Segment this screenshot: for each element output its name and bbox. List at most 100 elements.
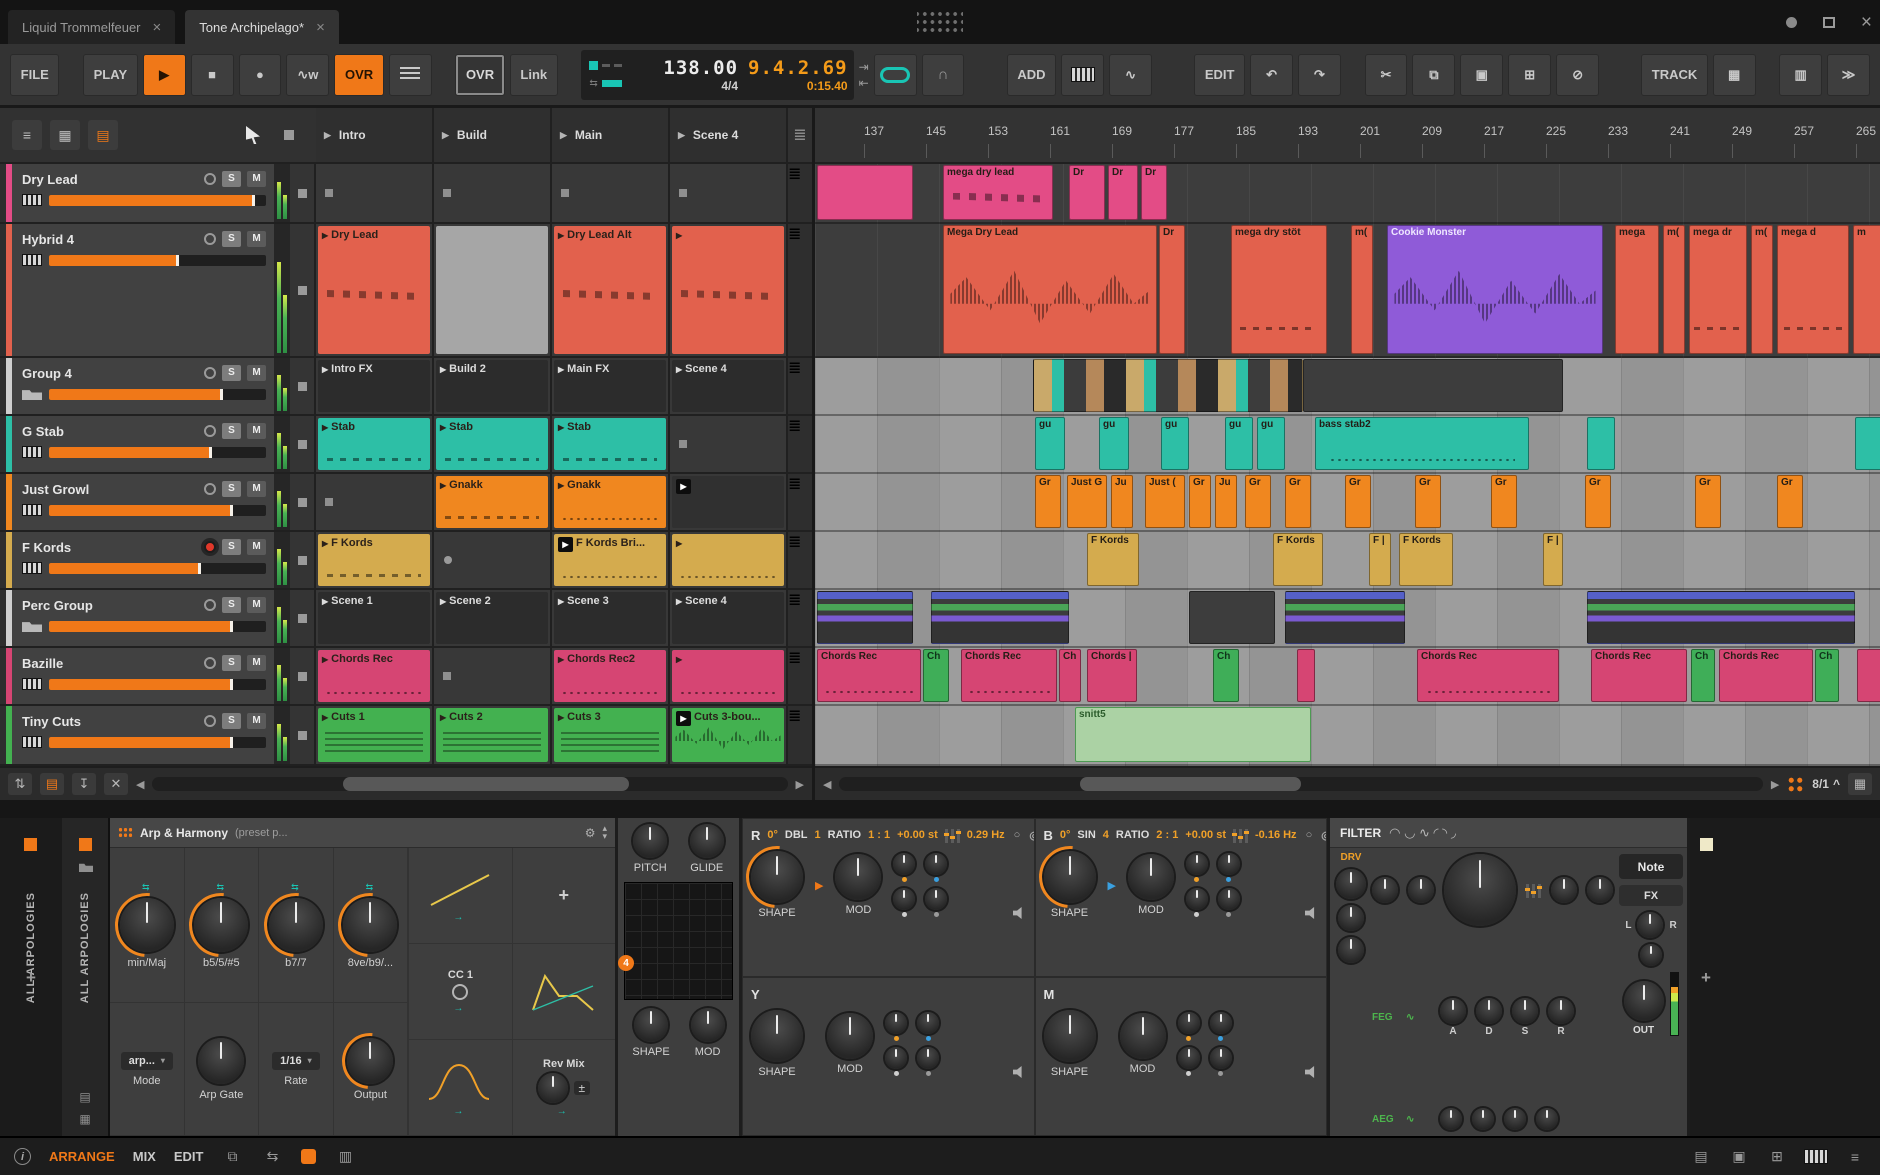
clip-slot[interactable] bbox=[434, 164, 552, 222]
undo-button[interactable]: ↶ bbox=[1250, 54, 1293, 96]
edit-view-button[interactable]: EDIT bbox=[174, 1149, 204, 1164]
session-clip[interactable]: ▶Dry Lead bbox=[318, 226, 430, 354]
clip-stop-button[interactable] bbox=[290, 590, 316, 646]
clip-slot[interactable] bbox=[670, 416, 788, 472]
speaker-icon[interactable] bbox=[1013, 1066, 1026, 1078]
session-clip[interactable]: ▶F Kords Bri... bbox=[554, 534, 666, 586]
scene-header-intro[interactable]: ▶ Intro bbox=[316, 108, 434, 162]
clip-slot[interactable]: ▶Intro FX bbox=[316, 358, 434, 414]
session-clip[interactable]: ▶Chords Rec2 bbox=[554, 650, 666, 702]
solo-button[interactable]: S bbox=[222, 597, 241, 613]
record-arm-button[interactable] bbox=[204, 715, 216, 727]
track-menu-button[interactable]: TRACK bbox=[1641, 54, 1707, 96]
session-clip[interactable]: ▶Cuts 3 bbox=[554, 708, 666, 762]
macro-knob[interactable] bbox=[1210, 1012, 1232, 1034]
clip-slot[interactable] bbox=[316, 164, 434, 222]
play-button[interactable]: ▶ bbox=[143, 54, 186, 96]
mix-view-button[interactable]: MIX bbox=[133, 1149, 156, 1164]
add-audio-track-button[interactable]: ∿ bbox=[1109, 54, 1152, 96]
release-knob[interactable] bbox=[1548, 998, 1574, 1024]
clear-button[interactable]: ✕ bbox=[104, 773, 128, 795]
scroll-right-icon[interactable]: ▶ bbox=[796, 778, 804, 791]
device-header[interactable]: Arp & Harmony (preset p... ⚙ ▴ ▾ bbox=[110, 818, 615, 848]
arrangement-clip[interactable]: Chords Rec bbox=[817, 649, 921, 702]
arrangement-clip[interactable]: Gr bbox=[1491, 475, 1517, 528]
group-clip[interactable]: ▶Scene 4 bbox=[672, 592, 784, 644]
note-page-button[interactable]: Note bbox=[1619, 854, 1683, 879]
solo-button[interactable]: S bbox=[222, 231, 241, 247]
volume-fader[interactable] bbox=[49, 563, 266, 574]
volume-fader[interactable] bbox=[49, 195, 266, 206]
mod-slider-icon[interactable] bbox=[1233, 828, 1248, 843]
mod-route-icon[interactable]: ⇆ bbox=[217, 882, 227, 893]
piano-roll-icon[interactable]: ▥ bbox=[334, 1148, 356, 1165]
b7-knob[interactable] bbox=[269, 898, 323, 952]
mute-button[interactable]: M bbox=[247, 655, 266, 671]
track-header[interactable]: Group 4SM bbox=[12, 358, 274, 414]
arrangement-clip[interactable]: Chords Rec bbox=[1591, 649, 1687, 702]
solo-button[interactable]: S bbox=[222, 655, 241, 671]
track-layout-button[interactable]: ▦ bbox=[1713, 54, 1756, 96]
speaker-icon[interactable] bbox=[1305, 1066, 1318, 1078]
phase-circle-icon[interactable]: ○ bbox=[1014, 829, 1021, 841]
shape-knob[interactable] bbox=[751, 851, 803, 903]
arrangement-clip[interactable]: Ch bbox=[1691, 649, 1715, 702]
clip-slot[interactable]: ▶ bbox=[670, 224, 788, 356]
osc-param-value[interactable]: 4 bbox=[1103, 829, 1109, 841]
wrench-icon[interactable]: ⚙ bbox=[585, 826, 596, 840]
arrangement-clip[interactable]: Ju bbox=[1111, 475, 1133, 528]
window-dot-icon[interactable] bbox=[1786, 17, 1797, 28]
session-clip[interactable]: ▶ bbox=[672, 534, 784, 586]
arrangement-clip[interactable]: mega bbox=[1615, 225, 1659, 354]
track-header[interactable]: BazilleSM bbox=[12, 648, 274, 704]
cc-cell[interactable]: CC 1 → bbox=[409, 944, 511, 1040]
arrangement-clip[interactable]: gu bbox=[1225, 417, 1253, 470]
clip-slot[interactable]: ▶Cuts 3 bbox=[552, 706, 670, 764]
pan-knob[interactable] bbox=[1637, 912, 1663, 938]
arrangement-clip[interactable]: Just G bbox=[1067, 475, 1107, 528]
session-clip[interactable]: ▶Chords Rec bbox=[318, 650, 430, 702]
record-button[interactable]: ● bbox=[239, 54, 282, 96]
clip-slot[interactable]: ▶ bbox=[670, 532, 788, 588]
macro-knob[interactable] bbox=[893, 853, 915, 875]
mixer-panel-icon[interactable]: ≡ bbox=[1844, 1149, 1866, 1165]
arrangement-clip[interactable] bbox=[1189, 591, 1275, 644]
session-clip[interactable]: ▶ bbox=[672, 650, 784, 702]
arranger-lane[interactable]: snitt5 bbox=[815, 706, 1880, 766]
clip-slot[interactable] bbox=[434, 224, 552, 356]
arrangement-clip[interactable]: gu bbox=[1099, 417, 1129, 470]
clip-slot[interactable]: ▶Scene 1 bbox=[316, 590, 434, 646]
aeg-knob-2[interactable] bbox=[1472, 1108, 1494, 1130]
mod-route-icon[interactable]: ⇆ bbox=[142, 882, 152, 893]
arrangement-clip[interactable]: Gr bbox=[1189, 475, 1211, 528]
loop-button[interactable] bbox=[874, 54, 917, 96]
arrangement-clip[interactable]: Ch bbox=[1815, 649, 1839, 702]
glide-knob[interactable] bbox=[690, 824, 724, 858]
shape-knob[interactable] bbox=[751, 1010, 803, 1062]
arrangement-clip[interactable] bbox=[1297, 649, 1315, 702]
session-clip[interactable]: ▶Stab bbox=[436, 418, 548, 470]
punch-buttons[interactable]: ⇥ ⇤ bbox=[859, 61, 869, 89]
mod-knob[interactable] bbox=[827, 1013, 873, 1059]
volume-fader[interactable] bbox=[49, 389, 266, 400]
grid-view-icon[interactable]: ▦ bbox=[50, 120, 80, 150]
arranger-lane[interactable]: F KordsF KordsF |F KordsF | bbox=[815, 532, 1880, 590]
record-arm-button[interactable] bbox=[204, 367, 216, 379]
clip-slot[interactable]: ▶Cuts 2 bbox=[434, 706, 552, 764]
clip-slot[interactable] bbox=[670, 164, 788, 222]
arrangement-clip[interactable]: Gr bbox=[1345, 475, 1371, 528]
rev-mix-knob[interactable] bbox=[538, 1073, 568, 1103]
aeg-knob-4[interactable] bbox=[1536, 1108, 1558, 1130]
launcher-hscrollbar-thumb[interactable] bbox=[343, 777, 629, 791]
min-maj-knob[interactable] bbox=[120, 898, 174, 952]
arranger-hscrollbar[interactable] bbox=[839, 777, 1762, 791]
scroll-left-icon[interactable]: ◀ bbox=[823, 778, 831, 791]
position-display[interactable]: 9.4.2.69 0:15.40 bbox=[748, 53, 848, 97]
osc-phase-value[interactable]: 0° bbox=[1060, 829, 1071, 841]
session-clip[interactable]: ▶Dry Lead Alt bbox=[554, 226, 666, 354]
scene-play-icon[interactable]: ▶ bbox=[678, 130, 685, 141]
arrangement-clip[interactable]: bass stab2 bbox=[1315, 417, 1529, 470]
add-device-icon[interactable]: + bbox=[1701, 968, 1711, 988]
expand-icons[interactable]: ▴ ▾ bbox=[602, 825, 607, 839]
scene-menu-icon[interactable]: ≣ bbox=[788, 108, 812, 162]
